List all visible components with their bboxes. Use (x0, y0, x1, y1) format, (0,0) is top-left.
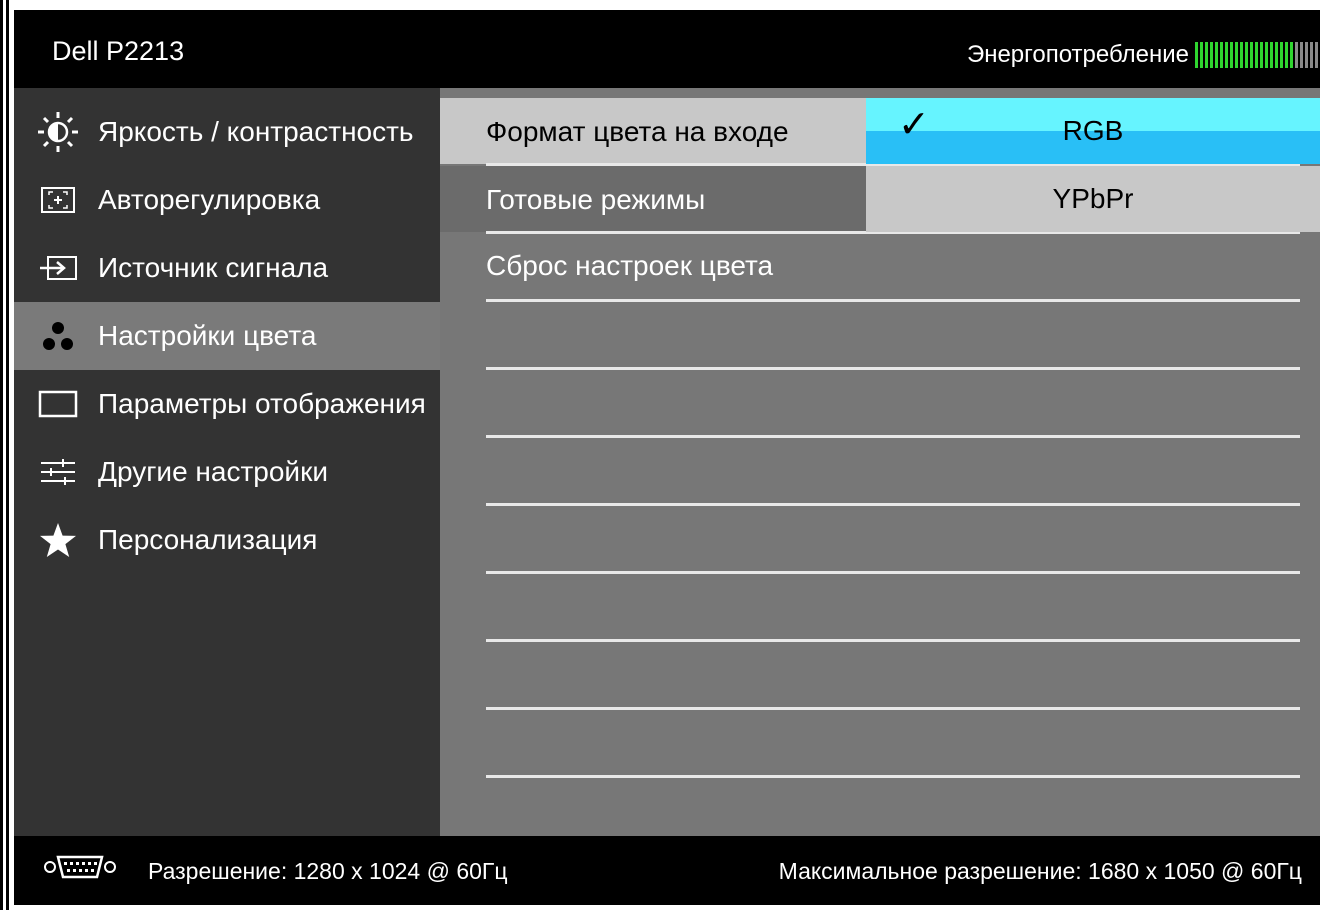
submenu-row (486, 710, 1300, 778)
menu-item-personalize[interactable]: Персонализация (14, 506, 440, 574)
power-consumption: Энергопотребление (967, 40, 1320, 70)
power-meter-bar (1280, 42, 1283, 68)
power-label: Энергопотребление (966, 41, 1189, 68)
star-icon (36, 518, 80, 562)
display-settings-icon (36, 382, 80, 426)
menu-item-other-settings[interactable]: Другие настройки (14, 438, 440, 506)
power-meter-bar (1285, 42, 1288, 68)
power-meter-bar (1215, 42, 1218, 68)
auto-adjust-icon (36, 178, 80, 222)
menu-label: Источник сигнала (98, 252, 329, 283)
menu-label: Яркость / контрастность (98, 116, 414, 147)
submenu-row (486, 234, 1300, 302)
power-meter-bar (1235, 42, 1238, 68)
vga-connector-icon (42, 852, 118, 887)
option-rgb[interactable]: RGB (866, 98, 1320, 164)
power-meter-bar (1225, 42, 1228, 68)
color-settings-icon (36, 314, 80, 358)
option-label: YPbPr (1052, 183, 1134, 214)
menu-item-input-source[interactable]: Источник сигнала (14, 234, 440, 302)
power-meter-bar (1210, 42, 1213, 68)
power-meter-bar (1310, 42, 1313, 68)
menu-item-color-settings[interactable]: Настройки цвета (14, 302, 440, 370)
power-meter-bar (1250, 42, 1253, 68)
power-meter-bar (1295, 42, 1298, 68)
power-meter-bar (1290, 42, 1293, 68)
menu-label: Персонализация (98, 524, 318, 555)
brightness-icon (36, 110, 80, 154)
menu-label: Другие настройки (98, 456, 328, 487)
osd-header: Dell P2213 Энергопотребление (14, 10, 1320, 88)
power-meter-bar (1305, 42, 1308, 68)
power-meter-bar (1220, 42, 1223, 68)
monitor-model: Dell P2213 (52, 36, 185, 66)
other-settings-icon (36, 450, 80, 494)
submenu-panel: Формат цвета на входе Готовые режимы Сбр… (440, 88, 1320, 836)
power-meter-bar (1260, 42, 1263, 68)
menu-label: Настройки цвета (98, 320, 317, 351)
power-meter-bar (1265, 42, 1268, 68)
power-meter-bar (1300, 42, 1303, 68)
monitor-osd: Dell P2213 Энергопотребление Яркость / к… (14, 10, 1320, 905)
power-meter-bar (1245, 42, 1248, 68)
osd-footer: Разрешение: 1280 x 1024 @ 60Гц Максималь… (14, 836, 1320, 905)
menu-label: Параметры отображения (98, 388, 426, 419)
submenu-row (486, 302, 1300, 370)
power-meter-bar (1255, 42, 1258, 68)
submenu-row (486, 574, 1300, 642)
max-resolution: Максимальное разрешение: 1680 x 1050 @ 6… (778, 858, 1302, 884)
submenu-row (486, 642, 1300, 710)
power-meter-bar (1205, 42, 1208, 68)
power-meter-bar (1230, 42, 1233, 68)
option-label: RGB (1062, 115, 1124, 146)
frame-edge-left-inner (6, 0, 9, 910)
power-meter-bar (1240, 42, 1243, 68)
power-meter-bar (1315, 42, 1318, 68)
menu-item-auto-adjust[interactable]: Авторегулировка (14, 166, 440, 234)
checkmark-icon: ✓ (898, 104, 930, 146)
power-meter-bar (1195, 42, 1198, 68)
submenu-row (486, 506, 1300, 574)
power-meter (1195, 42, 1320, 68)
submenu-row (486, 438, 1300, 506)
power-meter-bar (1275, 42, 1278, 68)
menu-label: Авторегулировка (98, 184, 321, 215)
power-meter-bar (1200, 42, 1203, 68)
option-ypbpr[interactable]: YPbPr (866, 166, 1320, 232)
frame-edge-left (0, 0, 3, 910)
submenu-row (486, 370, 1300, 438)
input-source-icon (36, 246, 80, 290)
menu-item-brightness-contrast[interactable]: Яркость / контрастность (14, 98, 440, 166)
current-resolution: Разрешение: 1280 x 1024 @ 60Гц (148, 858, 508, 884)
menu-item-display-settings[interactable]: Параметры отображения (14, 370, 440, 438)
main-menu: Яркость / контрастность Авторегулировка (14, 88, 440, 836)
power-meter-bar (1270, 42, 1273, 68)
